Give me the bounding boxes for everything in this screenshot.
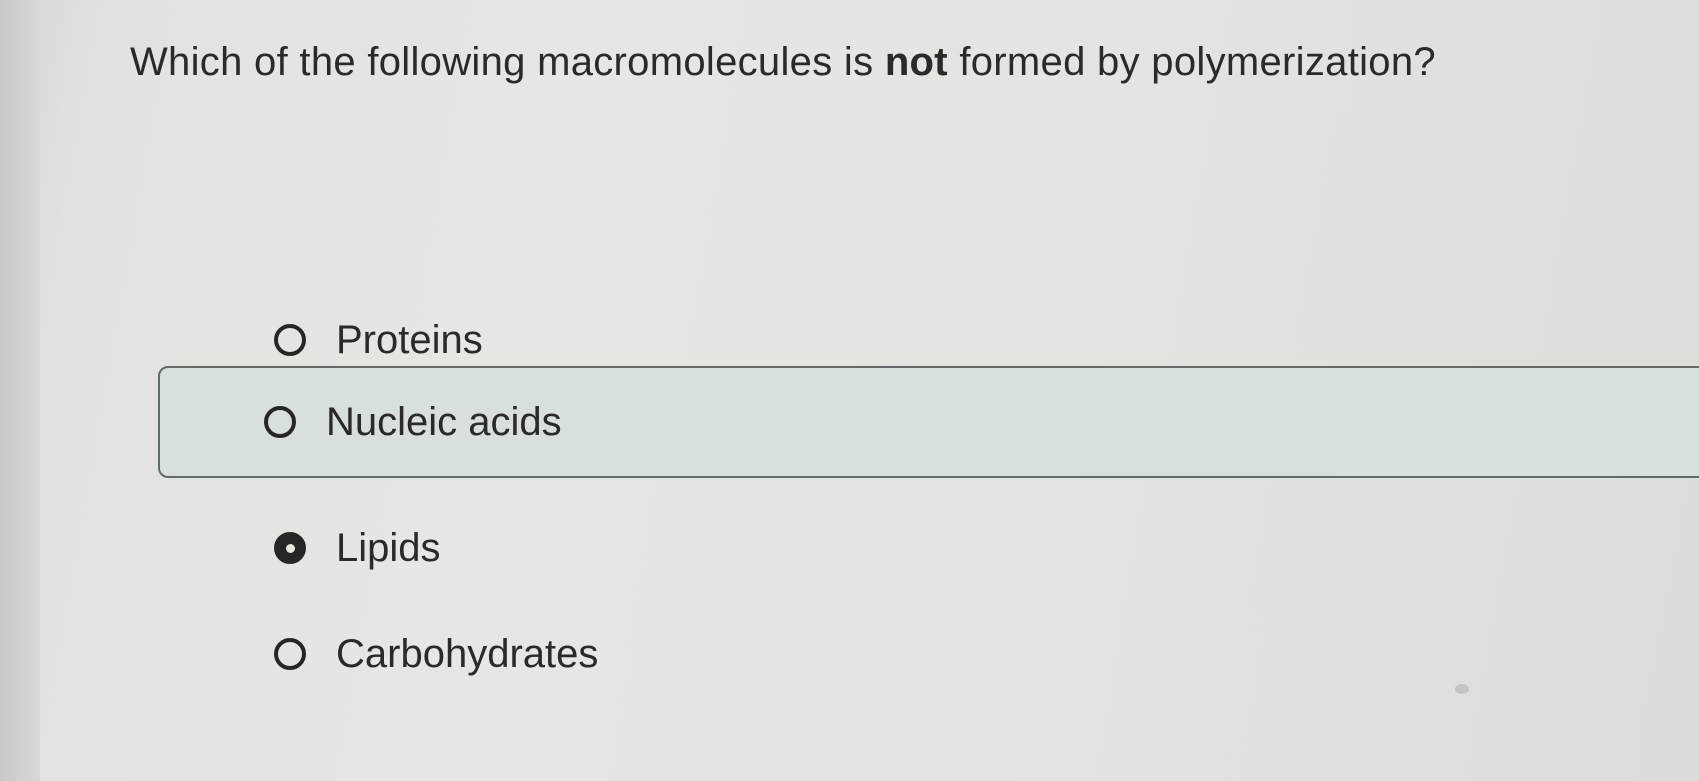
option-carbohydrates[interactable]: Carbohydrates xyxy=(170,598,1699,710)
radio-button-carbohydrates[interactable] xyxy=(274,638,306,670)
radio-selected-dot xyxy=(285,543,295,553)
option-label-lipids: Lipids xyxy=(336,525,441,570)
radio-button-proteins[interactable] xyxy=(274,324,306,356)
screen-smudge xyxy=(1455,684,1469,694)
answer-options: Proteins Nucleic acids Lipids Carbohydra… xyxy=(0,0,1699,781)
option-label-nucleic-acids: Nucleic acids xyxy=(326,399,562,444)
radio-button-nucleic-acids[interactable] xyxy=(264,406,296,438)
radio-button-lipids-selected[interactable] xyxy=(274,532,306,564)
option-label-proteins: Proteins xyxy=(336,317,483,362)
option-label-carbohydrates: Carbohydrates xyxy=(336,631,599,676)
option-nucleic-acids[interactable]: Nucleic acids xyxy=(158,366,1699,478)
option-lipids[interactable]: Lipids xyxy=(170,492,1699,604)
